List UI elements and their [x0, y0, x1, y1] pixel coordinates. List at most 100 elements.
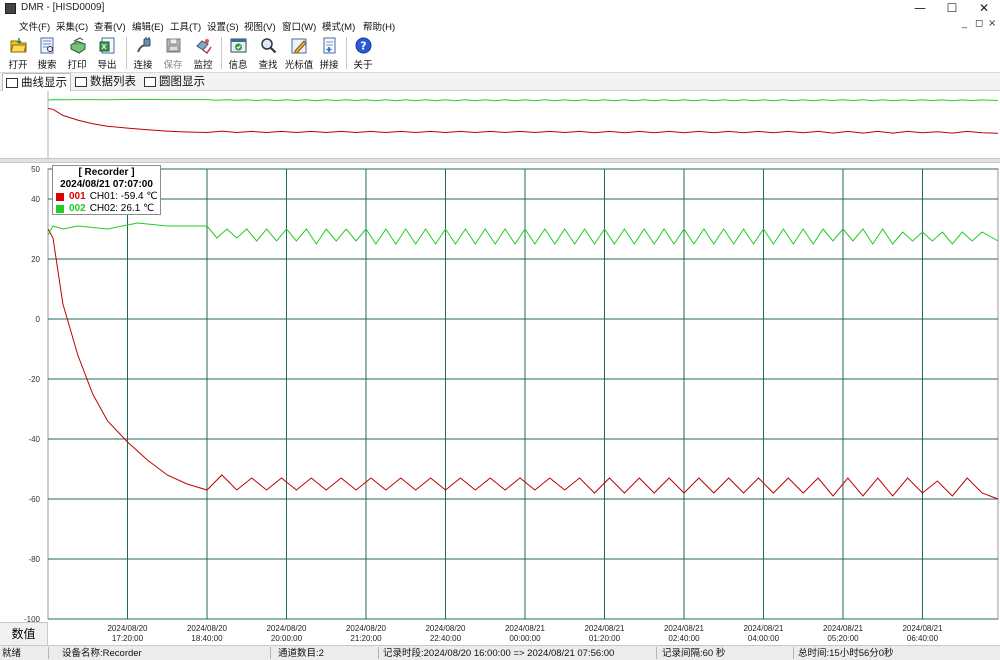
cursor-tooltip: [ Recorder ] 2024/08/21 07:07:00 001 CH01…	[52, 165, 161, 215]
save-button[interactable]: 保存	[159, 35, 187, 71]
tab-curve-display-label: 曲线显示	[21, 77, 67, 89]
x-tick-time: 04:00:00	[748, 634, 780, 643]
tab-curve-display[interactable]: 曲线显示	[2, 73, 71, 91]
menu-viewport[interactable]: 视图(V)	[244, 19, 276, 33]
tooltip-title: [ Recorder ]	[78, 167, 135, 178]
status-period: 记录时段:2024/08/20 16:00:00 => 2024/08/21 0…	[383, 648, 615, 659]
printer-icon	[69, 37, 86, 54]
x-tick-time: 17:20:00	[112, 634, 144, 643]
help-question-icon: ?	[355, 37, 372, 54]
window-title: DMR - [HISD0009]	[21, 2, 105, 13]
about-button[interactable]: ? 关于	[349, 35, 377, 71]
export-button[interactable]: 导出	[93, 35, 121, 71]
magnifier-icon	[261, 38, 277, 54]
cursor-value-button[interactable]: 光标值	[285, 35, 313, 71]
menu-settings[interactable]: 设置(S)	[207, 19, 239, 33]
menu-view[interactable]: 查看(V)	[94, 19, 126, 33]
x-tick-time: 18:40:00	[191, 634, 223, 643]
menu-bar: 文件(F) 采集(C) 查看(V) 编辑(E) 工具(T) 设置(S) 视图(V…	[0, 18, 1000, 33]
y-tick-label: -60	[28, 495, 40, 504]
menu-edit[interactable]: 编辑(E)	[132, 19, 164, 33]
y-tick-label: 50	[31, 165, 40, 174]
overview-plot[interactable]	[0, 91, 1000, 158]
x-tick-date: 2024/08/20	[107, 624, 148, 633]
tab-circle-chart-label: 圆图显示	[159, 76, 205, 88]
svg-text:?: ?	[360, 40, 366, 53]
overview-line-ch01	[47, 108, 999, 134]
menu-file[interactable]: 文件(F)	[19, 19, 50, 33]
find-button[interactable]: 查找	[254, 35, 282, 71]
menu-help[interactable]: 帮助(H)	[363, 19, 395, 33]
ch02-reading: CH02: 26.1 ℃	[89, 203, 155, 214]
connect-button[interactable]: 连接	[129, 35, 157, 71]
save-disk-icon	[166, 38, 181, 53]
tooltip-row-ch02: 002 CH02: 26.1 ℃	[53, 203, 160, 215]
ch01-reading: CH01: -59.4 ℃	[89, 191, 158, 202]
tooltip-time: 2024/08/21 07:07:00	[60, 179, 153, 190]
x-tick-date: 2024/08/21	[823, 624, 864, 633]
y-tick-label: -80	[28, 555, 40, 564]
x-tick-date: 2024/08/20	[187, 624, 228, 633]
merge-button[interactable]: 拼接	[315, 35, 343, 71]
overview-chart[interactable]	[0, 91, 1000, 161]
status-bar: 就绪 设备名称:Recorder 通道数目:2 记录时段:2024/08/20 …	[0, 645, 1000, 660]
x-tick-time: 20:00:00	[271, 634, 303, 643]
ch01-id: 001	[69, 191, 86, 202]
x-tick-date: 2024/08/20	[346, 624, 387, 633]
search-button[interactable]: 搜索	[33, 35, 61, 71]
title-bar: DMR - [HISD0009] — ☐ ✕	[0, 0, 1000, 18]
export-icon	[99, 37, 115, 54]
connect-plug-icon	[137, 37, 151, 53]
view-tabs: 曲线显示 数据列表 圆图显示	[0, 73, 1000, 91]
export-label: 导出	[97, 60, 117, 71]
y-tick-label: 40	[31, 195, 40, 204]
monitor-icon	[196, 39, 212, 54]
print-button[interactable]: 打印	[63, 35, 91, 71]
cursor-pencil-icon	[291, 38, 307, 54]
x-tick-time: 05:20:00	[827, 634, 859, 643]
x-tick-date: 2024/08/21	[505, 624, 546, 633]
circle-chart-icon	[144, 77, 156, 87]
y-tick-label: -40	[28, 435, 40, 444]
merge-label: 拼接	[319, 60, 339, 71]
merge-document-icon	[323, 37, 336, 54]
y-tick-label: -20	[28, 375, 40, 384]
menu-tools[interactable]: 工具(T)	[170, 19, 201, 33]
main-plot[interactable]: 5040200-20-40-60-80-100 2024/08/2017:20:…	[0, 163, 1000, 645]
mdi-restore-button[interactable]: ◻	[975, 18, 983, 29]
search-document-icon	[40, 37, 54, 54]
status-channels: 通道数目:2	[278, 648, 324, 659]
status-interval: 记录间隔:60 秒	[662, 648, 726, 659]
y-tick-label: 20	[31, 255, 40, 264]
minimize-button[interactable]: —	[905, 1, 935, 16]
maximize-button[interactable]: ☐	[937, 1, 967, 16]
open-button[interactable]: 打开	[4, 35, 32, 71]
ch01-swatch	[56, 193, 64, 201]
mdi-close-button[interactable]: ×	[988, 18, 996, 29]
status-separator	[270, 647, 271, 659]
menu-mode[interactable]: 模式(M)	[322, 19, 355, 33]
x-tick-time: 21:20:00	[350, 634, 382, 643]
status-total-time: 总时间:15小时56分0秒	[798, 648, 894, 659]
ch02-id: 002	[69, 203, 86, 214]
about-label: 关于	[353, 60, 373, 71]
overview-line-ch02	[47, 98, 999, 102]
tab-data-list[interactable]: 数据列表	[72, 73, 138, 91]
info-button[interactable]: 信息	[224, 35, 252, 71]
x-tick-date: 2024/08/21	[902, 624, 943, 633]
open-folder-icon	[10, 38, 27, 53]
monitor-label: 监控	[193, 60, 213, 71]
menu-window[interactable]: 窗口(W)	[282, 19, 316, 33]
tab-circle-chart[interactable]: 圆图显示	[141, 73, 207, 91]
plot-area[interactable]	[47, 168, 999, 620]
x-tick-time: 06:40:00	[907, 634, 939, 643]
list-icon	[75, 77, 87, 87]
x-tick-date: 2024/08/21	[584, 624, 625, 633]
close-button[interactable]: ✕	[969, 1, 999, 16]
monitor-button[interactable]: 监控	[189, 35, 217, 71]
mdi-minimize-button[interactable]: _	[962, 18, 967, 29]
main-chart[interactable]: 50 40 20 0 -20 -40 -60 -80 -100 2024/08/20 17:20:…	[0, 163, 1000, 645]
x-tick-date: 2024/08/20	[266, 624, 307, 633]
menu-acquire[interactable]: 采集(C)	[56, 19, 88, 33]
tab-data-list-label: 数据列表	[90, 76, 136, 88]
